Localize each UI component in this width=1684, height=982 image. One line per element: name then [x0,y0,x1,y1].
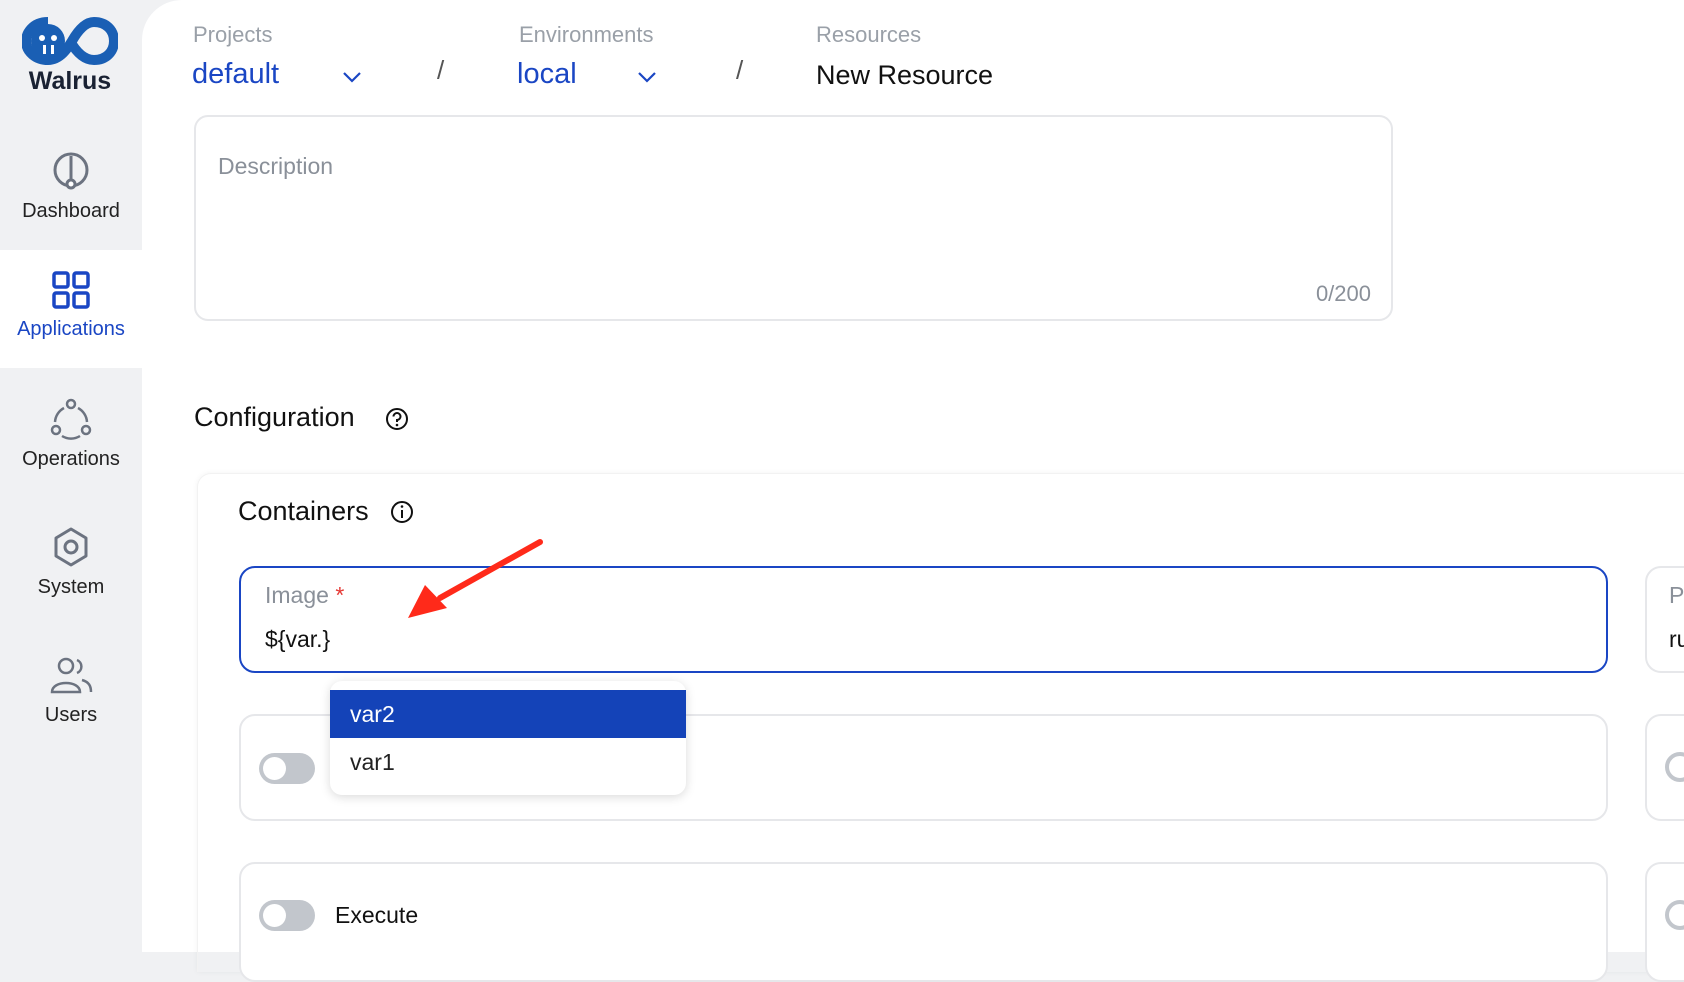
breadcrumb-separator: / [437,55,445,85]
breadcrumb-environments-label: Environments [519,22,654,47]
autocomplete-option-var1[interactable]: var1 [330,738,686,786]
containers-title: Containers [238,496,369,526]
walrus-logo[interactable]: Walrus [10,14,130,96]
project-select[interactable]: default [192,58,279,91]
description-textarea[interactable]: Description 0/200 [194,115,1393,321]
sidebar-item-system[interactable]: System [0,506,142,624]
gear-icon [54,527,88,567]
execute-row: Execute [239,862,1608,982]
breadcrumb-resources-label: Resources [816,22,922,47]
image-label: Image [265,582,329,608]
sidebar-item-dashboard[interactable]: Dashboard [0,132,142,250]
autocomplete-option-var2[interactable]: var2 [330,690,686,738]
radio-icon[interactable] [1665,900,1684,930]
environment-select[interactable]: local [517,58,577,91]
applications-icon [52,271,90,309]
walrus-logo-icon [20,16,120,66]
description-placeholder: Description [218,153,334,179]
chevron-down-icon[interactable] [342,70,362,84]
sidebar: Walrus Dashboard Applications Operations… [0,0,142,952]
breadcrumb-current: New Resource [816,60,994,90]
chevron-down-icon[interactable] [637,70,657,84]
sidebar-item-applications[interactable]: Applications [0,250,142,368]
sidebar-item-operations[interactable]: Operations [0,378,142,496]
execute-toggle[interactable] [259,900,315,931]
autocomplete-dropdown: var2 var1 [330,681,686,795]
toggle-switch[interactable] [259,753,315,784]
char-count: 0/200 [1315,281,1371,306]
breadcrumb-separator: / [736,55,744,85]
option-row-side [1645,714,1684,821]
pull-policy-input[interactable]: P ru [1645,566,1684,673]
configuration-title: Configuration [194,402,355,432]
pull-policy-value: ru [1669,626,1684,652]
main-content: Projects default / Environments local / … [142,0,1684,982]
help-icon[interactable] [385,407,409,431]
operations-icon [50,398,92,440]
users-icon [50,657,93,694]
dashboard-icon [53,152,89,190]
sidebar-item-users[interactable]: Users [0,634,142,752]
execute-label: Execute [335,902,419,928]
pull-policy-label: P [1669,582,1684,608]
breadcrumb-projects-label: Projects [193,22,273,47]
image-value: ${var.} [265,626,331,652]
info-icon[interactable] [390,500,414,524]
radio-icon[interactable] [1665,752,1684,782]
image-input[interactable]: Image * ${var.} [239,566,1608,673]
required-mark: * [335,582,345,608]
execute-row-side [1645,862,1684,982]
